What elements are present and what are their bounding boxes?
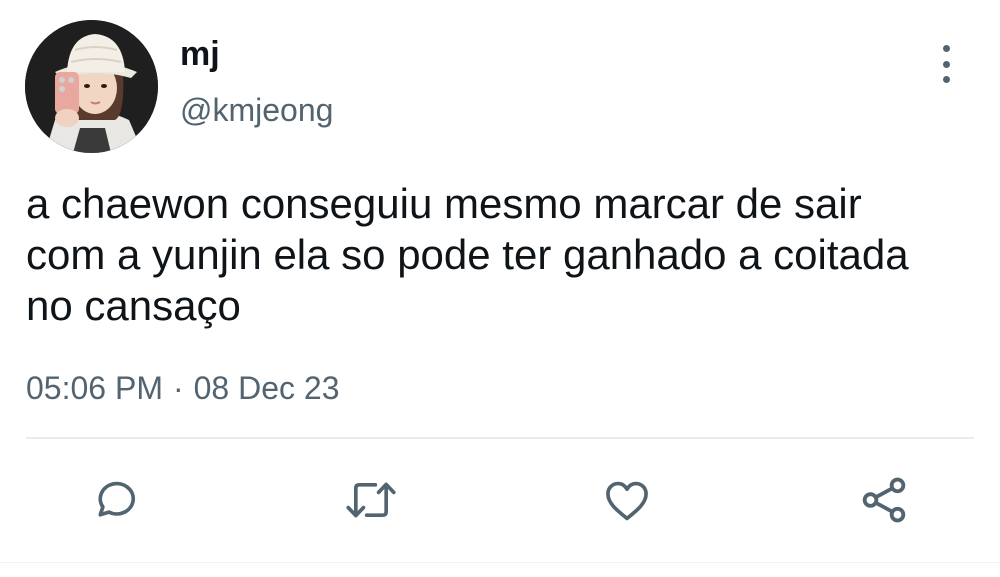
share-icon — [862, 477, 906, 523]
tweet-timestamp[interactable]: 05:06 PM · 08 Dec 23 — [26, 368, 340, 408]
retweet-icon — [346, 482, 396, 518]
meta-separator: · — [172, 370, 184, 406]
heart-icon — [606, 481, 648, 521]
display-name[interactable]: mj — [180, 34, 220, 74]
more-dot — [942, 45, 950, 52]
avatar[interactable] — [25, 20, 158, 153]
avatar-photo — [25, 20, 158, 153]
more-vertical-icon[interactable] — [928, 42, 964, 86]
reply-button[interactable] — [85, 470, 145, 530]
tweet-date: 08 Dec 23 — [193, 370, 340, 406]
retweet-button[interactable] — [341, 470, 401, 530]
tweet-card: mj @kmjeong a chaewon conseguiu mesmo ma… — [0, 0, 1000, 577]
user-handle[interactable]: @kmjeong — [180, 90, 333, 130]
share-button[interactable] — [854, 470, 914, 530]
tweet-text: a chaewon conseguiu mesmo marcar de sair… — [26, 180, 909, 329]
divider — [26, 437, 974, 439]
more-dot — [942, 60, 950, 68]
more-dot — [942, 76, 950, 83]
like-button[interactable] — [597, 470, 657, 530]
bottom-divider — [0, 562, 1000, 563]
tweet-time: 05:06 PM — [26, 370, 163, 406]
reply-icon — [98, 481, 136, 517]
